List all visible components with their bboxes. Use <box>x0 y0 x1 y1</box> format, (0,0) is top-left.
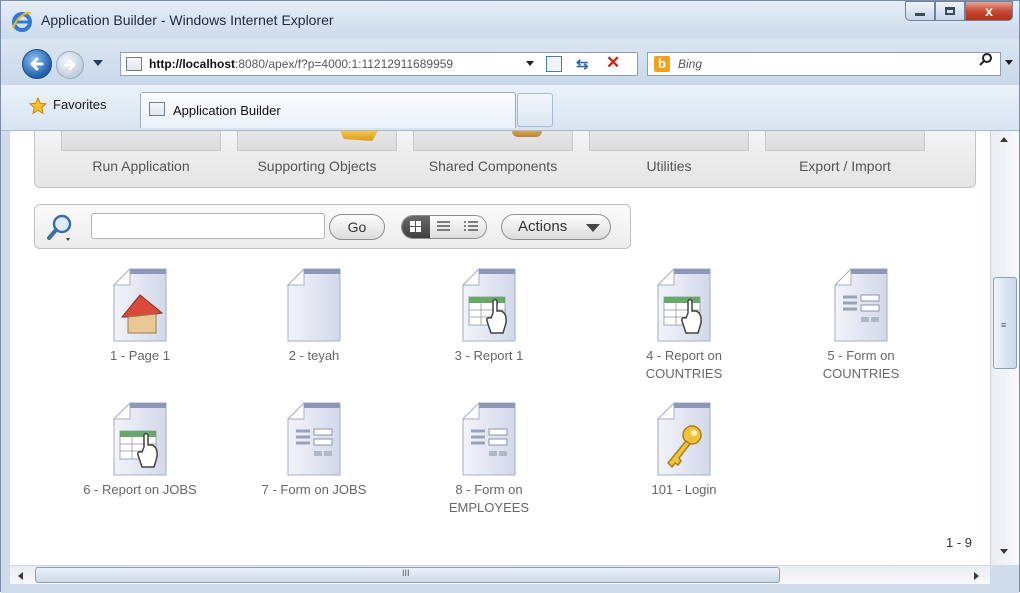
shared-components-icon <box>512 131 542 137</box>
new-tab-button[interactable] <box>517 93 553 127</box>
form-page-icon <box>459 401 519 477</box>
actions-label: Actions <box>518 218 568 235</box>
address-bar[interactable]: http://localhost:8080/apex/f?p=4000:1:11… <box>120 52 638 76</box>
page-item[interactable]: 7 - Form on JOBS <box>226 401 402 499</box>
detail-view-button[interactable] <box>458 216 486 238</box>
scroll-right-icon[interactable] <box>974 572 979 580</box>
page-label: 8 - Form on EMPLOYEES <box>448 482 530 515</box>
search-dropdown-icon[interactable] <box>1005 60 1013 65</box>
utilities-tile[interactable] <box>589 131 749 151</box>
favorites-button[interactable]: Favorites <box>53 97 106 112</box>
forward-button[interactable] <box>56 51 84 79</box>
minimize-button[interactable] <box>905 1 935 21</box>
page-label: 101 - Login <box>651 482 717 497</box>
view-mode-toggle <box>401 215 487 239</box>
report-view-button[interactable] <box>430 216 458 238</box>
page-item[interactable]: 2 - teyah <box>226 267 402 365</box>
bing-logo-icon: b <box>654 56 670 72</box>
title-bar: Application Builder - Windows Internet E… <box>1 1 1019 39</box>
run-application-link[interactable]: Run Application <box>53 158 229 174</box>
page-label: 6 - Report on JOBS <box>83 482 197 497</box>
chevron-down-icon <box>586 224 600 232</box>
page-item[interactable]: 1 - Page 1 <box>52 267 228 365</box>
form-page-icon <box>831 267 891 343</box>
blank-page-icon <box>284 267 344 343</box>
report-page-icon <box>654 267 714 343</box>
go-button[interactable]: Go <box>329 214 385 240</box>
page-item[interactable]: 101 - Login <box>596 401 772 499</box>
scroll-down-icon[interactable] <box>1000 549 1008 554</box>
back-arrow-icon <box>30 57 44 71</box>
export-import-tile[interactable] <box>765 131 925 151</box>
refresh-icon[interactable]: ⇆ <box>576 55 589 73</box>
browser-window: Application Builder - Windows Internet E… <box>0 0 1020 593</box>
maximize-button[interactable] <box>935 1 965 21</box>
page-icon <box>126 57 142 71</box>
run-application-tile[interactable] <box>61 131 221 151</box>
page-item[interactable]: 6 - Report on JOBS <box>52 401 228 499</box>
detail-view-icon <box>464 221 478 231</box>
close-button[interactable]: x <box>965 1 1013 21</box>
application-toolbar: Run Application Supporting Objects Share… <box>34 131 976 188</box>
search-box[interactable]: b Bing <box>647 52 1001 76</box>
forward-arrow-icon <box>63 59 76 71</box>
page-label: 1 - Page 1 <box>110 348 170 363</box>
url-text: http://localhost:8080/apex/f?p=4000:1:11… <box>149 57 454 71</box>
back-button[interactable] <box>22 49 52 79</box>
page-label: 3 - Report 1 <box>454 348 524 363</box>
icon-view-button[interactable] <box>402 216 430 238</box>
scroll-up-icon[interactable] <box>1000 137 1008 142</box>
shared-components-link[interactable]: Shared Components <box>405 158 581 174</box>
horizontal-scrollbar[interactable]: III <box>10 565 990 584</box>
internet-explorer-icon <box>12 11 32 32</box>
page-item[interactable]: 3 - Report 1 <box>401 267 577 365</box>
recent-pages-dropdown-icon[interactable] <box>93 60 103 66</box>
page-content: Run Application Supporting Objects Share… <box>10 131 990 565</box>
search-magnifier-icon[interactable] <box>45 213 75 243</box>
compatibility-view-icon[interactable] <box>546 56 562 72</box>
page-item[interactable]: 4 - Report on COUNTRIES <box>596 267 772 383</box>
report-page-icon <box>459 267 519 343</box>
tab-application-builder[interactable]: Application Builder <box>140 92 516 128</box>
icon-view-icon <box>410 221 421 232</box>
shared-components-tile[interactable] <box>413 131 573 151</box>
horizontal-scroll-thumb[interactable]: III <box>35 567 780 583</box>
grip-icon: ≡ <box>1001 320 1007 330</box>
page-label: 7 - Form on JOBS <box>261 482 367 497</box>
close-icon: x <box>985 3 993 19</box>
pagination-range: 1 - 9 <box>946 535 973 550</box>
navigation-bar: http://localhost:8080/apex/f?p=4000:1:11… <box>1 39 1019 85</box>
page-item[interactable]: 5 - Form on COUNTRIES <box>773 267 949 383</box>
maximize-icon <box>945 7 955 15</box>
page-label: 4 - Report on COUNTRIES <box>645 348 723 381</box>
login-page-icon <box>654 401 714 477</box>
search-placeholder: Bing <box>678 57 703 71</box>
page-item[interactable]: 8 - Form on EMPLOYEES <box>401 401 577 517</box>
utilities-link[interactable]: Utilities <box>581 158 757 174</box>
minimize-icon <box>915 13 925 16</box>
tab-page-icon <box>149 102 165 116</box>
search-toolbar: Go Actions <box>34 204 631 249</box>
search-icon[interactable] <box>979 52 993 66</box>
vertical-scrollbar[interactable]: ≡ <box>990 131 1019 565</box>
search-input[interactable] <box>91 213 325 239</box>
address-dropdown-icon[interactable] <box>526 61 534 66</box>
page-label: 2 - teyah <box>288 348 340 363</box>
grip-icon: III <box>402 568 410 578</box>
page-label: 5 - Form on COUNTRIES <box>822 348 900 381</box>
window-title: Application Builder - Windows Internet E… <box>41 12 334 28</box>
actions-menu-button[interactable]: Actions <box>501 214 611 240</box>
tab-label: Application Builder <box>173 103 281 118</box>
vertical-scroll-thumb[interactable]: ≡ <box>993 277 1017 369</box>
supporting-objects-link[interactable]: Supporting Objects <box>229 158 405 174</box>
export-import-link[interactable]: Export / Import <box>757 158 933 174</box>
home-page-icon <box>110 267 170 343</box>
form-page-icon <box>284 401 344 477</box>
report-page-icon <box>110 401 170 477</box>
favorites-star-icon <box>29 97 47 115</box>
list-view-icon <box>437 221 450 231</box>
scroll-left-icon[interactable] <box>18 572 23 580</box>
stop-icon[interactable]: ✕ <box>606 53 620 73</box>
